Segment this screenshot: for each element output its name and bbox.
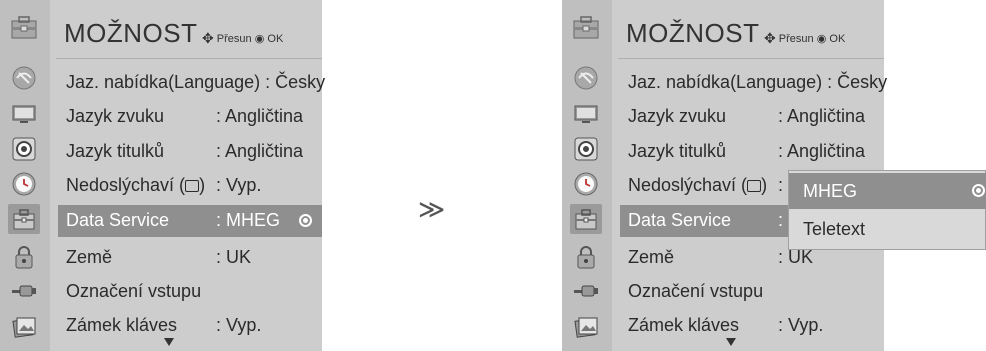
row-value: : Angličtina <box>778 106 866 126</box>
row-label: Zámek kláves <box>66 315 178 335</box>
row-label: Jaz. nabídka(Language) : Česky <box>628 72 888 92</box>
row-label: Jazyk titulků <box>66 141 165 161</box>
menu-row-hard-of-hearing[interactable]: Nedoslýchaví () : Vyp. <box>58 170 322 202</box>
row-value: : Angličtina <box>216 106 304 126</box>
clock-icon[interactable] <box>570 169 602 199</box>
row-label: Země <box>66 247 113 267</box>
menu-row-country[interactable]: Země : UK <box>58 242 322 274</box>
dropdown-option-teletext[interactable]: Teletext <box>789 211 986 247</box>
hint-move-label: Přesun <box>778 33 814 45</box>
ok-dot-icon: ◉ <box>816 33 827 45</box>
toolbox-icon <box>569 10 603 44</box>
input-plug-icon[interactable] <box>8 276 40 306</box>
toolbox-icon <box>7 10 41 44</box>
menu-icon-column <box>562 0 612 351</box>
toolbox-icon[interactable] <box>8 204 40 234</box>
row-label: Zámek kláves <box>628 315 740 335</box>
menu-row-input-label[interactable]: Označení vstupu <box>58 276 322 308</box>
title-divider <box>56 58 322 59</box>
ok-dot-icon: ◉ <box>254 33 265 45</box>
scroll-down-arrow-icon[interactable] <box>164 338 174 346</box>
lock-icon[interactable] <box>570 242 602 272</box>
selected-radio-icon <box>972 184 985 197</box>
scroll-down-arrow-icon[interactable] <box>726 338 736 346</box>
row-label: Nedoslýchaví () <box>628 175 768 195</box>
satellite-icon[interactable] <box>570 63 602 93</box>
row-label: Označení vstupu <box>628 281 764 301</box>
menu-row-audio-language[interactable]: Jazyk zvuku : Angličtina <box>58 101 322 133</box>
menu-title: MOŽNOST <box>64 18 198 48</box>
input-plug-icon[interactable] <box>570 276 602 306</box>
option-label: Teletext <box>803 219 866 239</box>
move-arrows-icon: ✥ <box>764 30 776 46</box>
usb-photo-icon[interactable] <box>8 312 40 342</box>
clock-icon[interactable] <box>8 169 40 199</box>
menu-row-key-lock[interactable]: Zámek kláves : Vyp. <box>620 310 884 342</box>
row-value: : UK <box>778 247 814 267</box>
monitor-icon[interactable] <box>8 99 40 129</box>
row-label: Data Service <box>66 210 170 230</box>
enter-dot-icon <box>299 214 312 227</box>
hint-move-label: Přesun <box>216 33 252 45</box>
title-divider <box>618 58 884 59</box>
subtitle-box-icon <box>747 180 762 192</box>
row-label: Jaz. nabídka(Language) : Česky <box>66 72 326 92</box>
menu-row-data-service[interactable]: Data Service : MHEG <box>58 205 322 237</box>
row-value: : MHEG <box>216 210 281 230</box>
move-arrows-icon: ✥ <box>202 30 214 46</box>
row-value: : <box>778 210 784 230</box>
row-value: : Angličtina <box>778 141 866 161</box>
menu-row-audio-language[interactable]: Jazyk zvuku : Angličtina <box>620 101 884 133</box>
row-label: Data Service <box>628 210 732 230</box>
row-value: : Vyp. <box>216 315 262 335</box>
transition-arrow-icon: ≫ <box>418 194 446 224</box>
speaker-icon[interactable] <box>8 134 40 164</box>
satellite-icon[interactable] <box>8 63 40 93</box>
usb-photo-icon[interactable] <box>570 312 602 342</box>
navigation-hint: ✥ Přesun ◉ OK <box>202 29 283 46</box>
dropdown-option-mheg[interactable]: MHEG <box>789 173 986 209</box>
row-value: : Angličtina <box>216 141 304 161</box>
option-label: MHEG <box>803 181 857 201</box>
menu-row-key-lock[interactable]: Zámek kláves : Vyp. <box>58 310 322 342</box>
menu-title: MOŽNOST <box>626 18 760 48</box>
row-label: Nedoslýchaví () <box>66 175 206 195</box>
hint-ok-label: OK <box>267 33 284 45</box>
row-label: Jazyk zvuku <box>628 106 727 126</box>
menu-row-menu-language[interactable]: Jaz. nabídka(Language) : Česky <box>58 67 326 99</box>
navigation-hint: ✥ Přesun ◉ OK <box>764 29 845 46</box>
monitor-icon[interactable] <box>570 99 602 129</box>
menu-row-subtitle-language[interactable]: Jazyk titulků : Angličtina <box>58 136 322 168</box>
menu-icon-column <box>0 0 50 351</box>
menu-row-menu-language[interactable]: Jaz. nabídka(Language) : Česky <box>620 67 888 99</box>
menu-row-input-label[interactable]: Označení vstupu <box>620 276 884 308</box>
options-menu-panel-before: MOŽNOST ✥ Přesun ◉ OK Jaz. nabídka(Langu… <box>0 0 326 351</box>
data-service-dropdown: MHEG Teletext <box>788 170 986 250</box>
menu-row-subtitle-language[interactable]: Jazyk titulků : Angličtina <box>620 136 884 168</box>
lock-icon[interactable] <box>8 242 40 272</box>
toolbox-icon[interactable] <box>570 204 602 234</box>
row-value: : <box>778 175 784 195</box>
row-label: Země <box>628 247 675 267</box>
row-label: Jazyk zvuku <box>66 106 165 126</box>
row-label: Jazyk titulků <box>628 141 727 161</box>
row-label: Označení vstupu <box>66 281 202 301</box>
row-value: : Vyp. <box>216 175 262 195</box>
row-value: : Vyp. <box>778 315 824 335</box>
speaker-icon[interactable] <box>570 134 602 164</box>
row-value: : UK <box>216 247 252 267</box>
subtitle-box-icon <box>185 180 200 192</box>
hint-ok-label: OK <box>829 33 846 45</box>
